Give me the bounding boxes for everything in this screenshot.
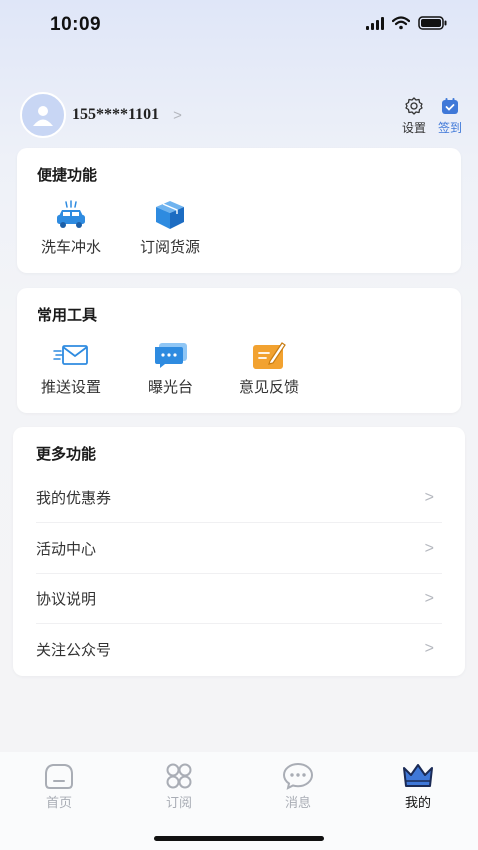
feedback-label: 意见反馈 — [239, 379, 300, 396]
crown-icon — [403, 764, 433, 787]
menu-row-agreement[interactable]: 协议说明 > — [36, 574, 442, 624]
home-indicator — [154, 836, 324, 841]
feedback-button[interactable]: 意见反馈 — [239, 338, 299, 397]
calendar-check-icon — [441, 98, 458, 114]
menu-row-label: 我的优惠券 — [36, 490, 112, 507]
tab-label: 消息 — [284, 795, 311, 810]
tab-messages[interactable]: 消息 — [263, 762, 333, 811]
push-settings-label: 推送设置 — [41, 379, 102, 396]
tab-label: 我的 — [404, 795, 431, 810]
status-time: 10:09 — [50, 14, 102, 35]
chevron-right-icon: > — [424, 539, 434, 557]
tab-home[interactable]: 首页 — [24, 762, 94, 811]
tab-subscribe[interactable]: 订阅 — [144, 762, 214, 811]
exposure-board-button[interactable]: 曝光台 — [148, 338, 193, 397]
chevron-right-icon: > — [424, 488, 434, 506]
subscribe-cargo-button[interactable]: 订阅货源 — [140, 198, 200, 257]
tab-label: 首页 — [45, 795, 72, 810]
push-settings-button[interactable]: 推送设置 — [41, 338, 101, 397]
tab-label: 订阅 — [165, 795, 192, 810]
car-wash-label: 洗车冲水 — [41, 239, 102, 256]
subscribe-cargo-label: 订阅货源 — [140, 239, 201, 256]
feedback-pen-icon — [253, 342, 286, 369]
package-box-icon — [156, 201, 184, 229]
exposure-board-label: 曝光台 — [148, 379, 194, 396]
tab-mine[interactable]: 我的 — [383, 762, 453, 811]
car-wash-button[interactable]: 洗车冲水 — [41, 198, 101, 257]
menu-row-label: 关注公众号 — [36, 641, 112, 659]
menu-row-follow-account[interactable]: 关注公众号 > — [36, 624, 442, 674]
menu-row-activity-center[interactable]: 活动中心 > — [36, 524, 442, 574]
car-wash-icon — [57, 200, 85, 228]
top-actions: 设置 签到 — [402, 96, 462, 136]
cellular-signal-icon — [366, 16, 384, 30]
chevron-right-icon: > — [424, 640, 434, 657]
chat-bubble-icon — [282, 762, 314, 790]
user-icon — [33, 106, 53, 126]
common-tools-card: 常用工具 推送设置 曝光台 意见反馈 — [17, 288, 461, 413]
chevron-right-icon: > — [424, 589, 434, 607]
status-icons — [366, 16, 448, 30]
status-bar: 10:09 — [0, 0, 478, 50]
user-phone: 155****1101 — [72, 106, 160, 123]
common-tools-title: 常用工具 — [37, 307, 98, 324]
checkin-label: 签到 — [437, 121, 462, 135]
gear-icon — [405, 97, 423, 115]
chevron-right-icon: > — [173, 106, 182, 124]
menu-row-coupons[interactable]: 我的优惠券 > — [36, 473, 442, 523]
settings-label: 设置 — [401, 121, 426, 135]
profile-header[interactable]: 155****1101 > — [20, 92, 182, 138]
more-functions-title: 更多功能 — [36, 446, 97, 463]
home-icon — [45, 764, 73, 789]
battery-icon — [418, 16, 447, 30]
quick-functions-card: 便捷功能 洗车冲水 订阅货源 — [17, 148, 461, 273]
avatar[interactable] — [20, 92, 66, 138]
envelope-icon — [53, 345, 88, 365]
quick-functions-title: 便捷功能 — [37, 167, 98, 184]
settings-button[interactable]: 设置 — [402, 96, 426, 136]
checkin-button[interactable]: 签到 — [438, 96, 462, 136]
more-functions-card: 更多功能 我的优惠券 > 活动中心 > 协议说明 > 关注公众号 > — [13, 427, 465, 676]
message-bubble-icon — [154, 343, 187, 368]
menu-row-label: 协议说明 — [36, 591, 97, 608]
subscribe-grid-icon — [166, 763, 192, 789]
wifi-icon — [392, 16, 410, 30]
menu-row-label: 活动中心 — [36, 541, 97, 558]
